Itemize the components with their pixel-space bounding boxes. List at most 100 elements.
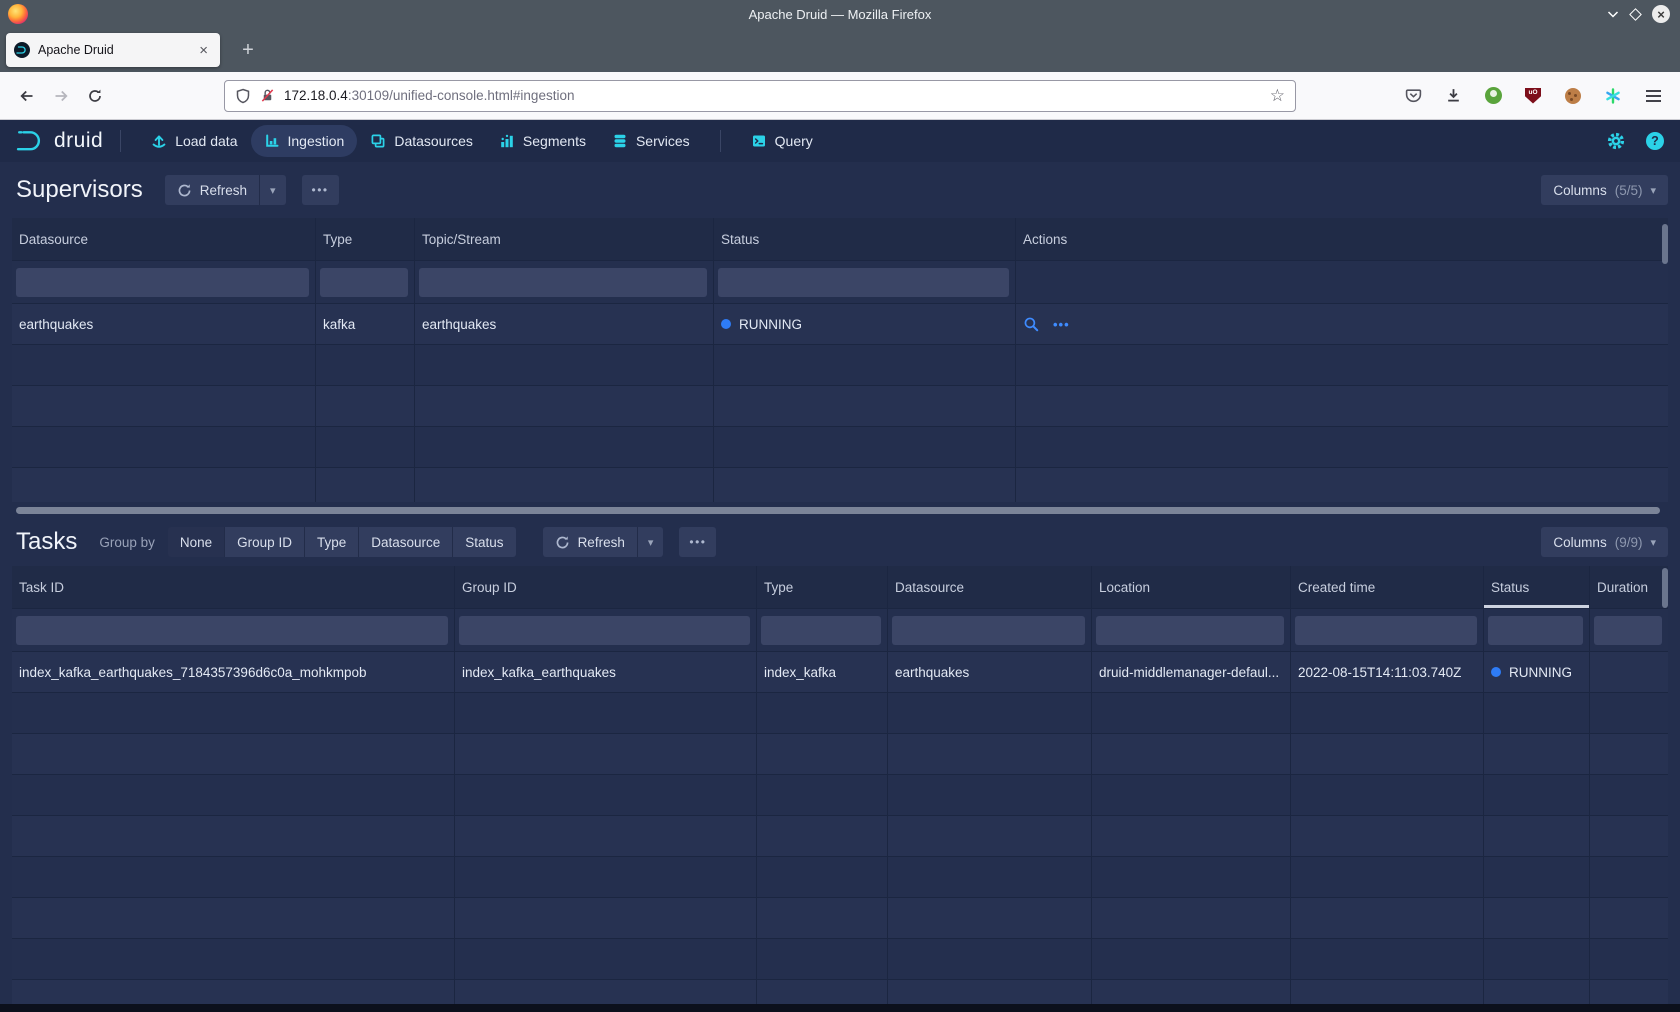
status-label: RUNNING xyxy=(739,317,802,332)
supervisors-columns-button[interactable]: Columns (5/5) ▾ xyxy=(1541,175,1668,205)
col-header-location[interactable]: Location xyxy=(1092,566,1291,608)
cookie-extension-icon[interactable] xyxy=(1556,80,1590,112)
segments-icon xyxy=(499,133,515,149)
filter-type[interactable] xyxy=(761,616,881,645)
pocket-icon[interactable] xyxy=(1396,80,1430,112)
menu-hamburger-icon[interactable] xyxy=(1636,80,1670,112)
group-by-status[interactable]: Status xyxy=(452,527,515,557)
col-header-datasource[interactable]: Datasource xyxy=(12,218,316,260)
supervisors-refresh-button[interactable]: Refresh xyxy=(165,175,259,205)
col-header-topic[interactable]: Topic/Stream xyxy=(415,218,714,260)
empty-cell xyxy=(316,386,415,426)
empty-cell xyxy=(1590,693,1668,733)
nav-datasources[interactable]: Datasources xyxy=(357,125,486,157)
supervisor-row[interactable]: earthquakes kafka earthquakes RUNNING ••… xyxy=(12,304,1668,345)
forward-button[interactable] xyxy=(44,80,78,112)
col-header-created-time[interactable]: Created time xyxy=(1291,566,1484,608)
nav-query[interactable]: Query xyxy=(738,125,826,157)
sparkle-extension-icon[interactable] xyxy=(1596,80,1630,112)
supervisors-horizontal-scrollbar[interactable] xyxy=(16,507,1660,514)
filter-status[interactable] xyxy=(718,268,1009,297)
empty-row xyxy=(12,693,1668,734)
tasks-refresh-caret[interactable]: ▾ xyxy=(637,527,664,557)
window-close-button[interactable]: × xyxy=(1652,5,1670,23)
tasks-section-bar: Tasks Group by None Group ID Type Dataso… xyxy=(0,518,1680,566)
empty-cell xyxy=(12,816,455,856)
empty-cell xyxy=(714,427,1016,467)
filter-topic[interactable] xyxy=(419,268,707,297)
col-header-type[interactable]: Type xyxy=(316,218,415,260)
empty-cell xyxy=(1291,857,1484,897)
empty-cell xyxy=(415,345,714,385)
tab-close-icon[interactable]: × xyxy=(195,41,212,60)
nav-services[interactable]: Services xyxy=(599,125,703,157)
filter-created-time[interactable] xyxy=(1295,616,1477,645)
empty-cell xyxy=(12,898,455,938)
ellipsis-icon: ••• xyxy=(312,183,329,197)
ublock-origin-icon[interactable]: uO xyxy=(1516,80,1550,112)
col-header-group-id[interactable]: Group ID xyxy=(455,566,757,608)
filter-type[interactable] xyxy=(320,268,408,297)
window-maximize-button[interactable] xyxy=(1629,8,1642,21)
group-by-datasource[interactable]: Datasource xyxy=(358,527,452,557)
back-button[interactable] xyxy=(10,80,44,112)
group-by-group-id[interactable]: Group ID xyxy=(224,527,304,557)
empty-cell xyxy=(714,468,1016,502)
extension-privacy-icon[interactable] xyxy=(1476,80,1510,112)
filter-group-id[interactable] xyxy=(459,616,750,645)
window-minimize-button[interactable] xyxy=(1607,10,1619,18)
empty-cell xyxy=(316,427,415,467)
bookmark-star-icon[interactable]: ☆ xyxy=(1270,87,1285,104)
tasks-more-button[interactable]: ••• xyxy=(679,527,716,557)
task-row[interactable]: index_kafka_earthquakes_7184357396d6c0a_… xyxy=(12,652,1668,693)
cell-type: kafka xyxy=(316,304,415,344)
filter-location[interactable] xyxy=(1096,616,1284,645)
supervisors-title: Supervisors xyxy=(16,176,143,204)
empty-cell xyxy=(757,693,888,733)
new-tab-button[interactable]: + xyxy=(234,36,262,64)
druid-logo[interactable]: druid xyxy=(16,128,103,154)
settings-gear-icon[interactable] xyxy=(1606,131,1626,151)
help-icon[interactable]: ? xyxy=(1646,132,1664,150)
tasks-columns-button[interactable]: Columns (9/9) ▾ xyxy=(1541,527,1668,557)
browser-tab[interactable]: Apache Druid × xyxy=(6,33,220,67)
druid-content: Supervisors Refresh ▾ ••• Columns (5/5) … xyxy=(0,162,1680,1012)
empty-cell xyxy=(455,734,757,774)
supervisors-refresh-caret[interactable]: ▾ xyxy=(259,175,286,205)
filter-duration[interactable] xyxy=(1594,616,1662,645)
magnifier-icon[interactable] xyxy=(1023,316,1040,333)
col-header-status-sorted[interactable]: Status xyxy=(1484,566,1590,608)
col-header-type[interactable]: Type xyxy=(757,566,888,608)
tasks-refresh-button[interactable]: Refresh xyxy=(543,527,637,557)
filter-datasource[interactable] xyxy=(16,268,309,297)
col-header-duration[interactable]: Duration xyxy=(1590,566,1668,608)
filter-datasource[interactable] xyxy=(892,616,1085,645)
downloads-icon[interactable] xyxy=(1436,80,1470,112)
tasks-vertical-scrollbar[interactable] xyxy=(1662,568,1668,608)
filter-status[interactable] xyxy=(1488,616,1583,645)
col-header-task-id[interactable]: Task ID xyxy=(12,566,455,608)
group-by-type[interactable]: Type xyxy=(304,527,358,557)
col-header-actions: Actions xyxy=(1016,218,1668,260)
url-bar[interactable]: 172.18.0.4 :30109/unified-console.html#i… xyxy=(224,80,1296,112)
tracking-shield-icon[interactable] xyxy=(235,88,251,104)
nav-ingestion[interactable]: Ingestion xyxy=(251,125,358,157)
supervisors-vertical-scrollbar[interactable] xyxy=(1662,224,1668,264)
supervisors-more-button[interactable]: ••• xyxy=(302,175,339,205)
col-header-datasource[interactable]: Datasource xyxy=(888,566,1092,608)
empty-row xyxy=(12,939,1668,980)
chevron-down-icon: ▾ xyxy=(1650,184,1656,197)
filter-task-id[interactable] xyxy=(16,616,448,645)
col-header-status[interactable]: Status xyxy=(714,218,1016,260)
cell-location: druid-middlemanager-defaul... xyxy=(1092,652,1291,692)
insecure-lock-icon[interactable] xyxy=(260,88,275,103)
nav-load-data[interactable]: Load data xyxy=(138,125,250,157)
empty-cell xyxy=(1291,898,1484,938)
nav-segments[interactable]: Segments xyxy=(486,125,599,157)
row-actions-ellipsis-icon[interactable]: ••• xyxy=(1053,317,1070,332)
empty-cell xyxy=(415,468,714,502)
empty-cell xyxy=(1016,386,1668,426)
group-by-none[interactable]: None xyxy=(168,527,224,557)
status-label: RUNNING xyxy=(1509,665,1572,680)
reload-button[interactable] xyxy=(78,80,112,112)
